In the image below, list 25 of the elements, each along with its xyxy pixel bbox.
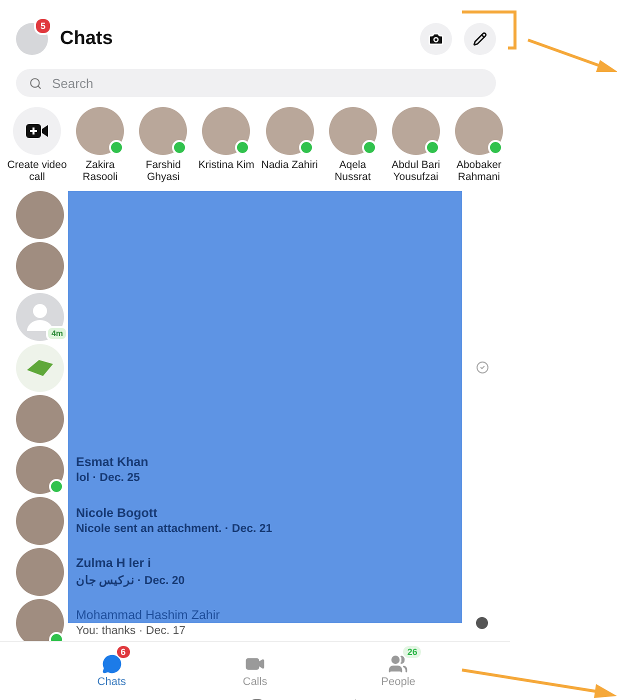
contact-name: Zakira Rasooli: [82, 159, 119, 183]
message-preview: Nicole sent an attachment. · Dec. 21: [76, 523, 272, 535]
contact-name: Aqela Nussrat: [334, 159, 372, 183]
nav-tab[interactable]: 6 Chats: [66, 644, 157, 688]
chat-name: Nicole Bogott: [76, 506, 158, 520]
contact-name: Abdul Bari Yousufzai: [390, 159, 442, 183]
contact-name: Farshid Ghyasi: [144, 159, 182, 183]
contact-name: Kristina Kim: [197, 159, 256, 171]
tab-badge: 6: [116, 645, 131, 659]
chat-name: Mohammad Hashim Zahir: [76, 608, 220, 622]
message-preview: نرکیس جان · Dec. 20: [76, 574, 185, 587]
contact-name: Nadia Zahiri: [260, 159, 319, 171]
chat-name: Zulma H ler i: [76, 556, 152, 570]
tab-badge: 26: [402, 645, 422, 659]
page-title: Chats: [60, 28, 114, 50]
nav-tab[interactable]: 26 People: [353, 644, 444, 688]
active-time-badge: 4m: [46, 326, 68, 340]
contact-name: Abobaker Rahmani: [455, 159, 502, 183]
nav-tab[interactable]: Calls: [210, 644, 300, 688]
notification-count: 5: [34, 17, 52, 35]
message-preview: lol · Dec. 25: [76, 472, 140, 484]
chat-name: Esmat Khan: [76, 455, 148, 469]
message-preview: You: thanks · Dec. 17: [76, 625, 186, 637]
search-field[interactable]: Search: [16, 69, 496, 97]
contact-name: Create video call: [6, 159, 68, 183]
